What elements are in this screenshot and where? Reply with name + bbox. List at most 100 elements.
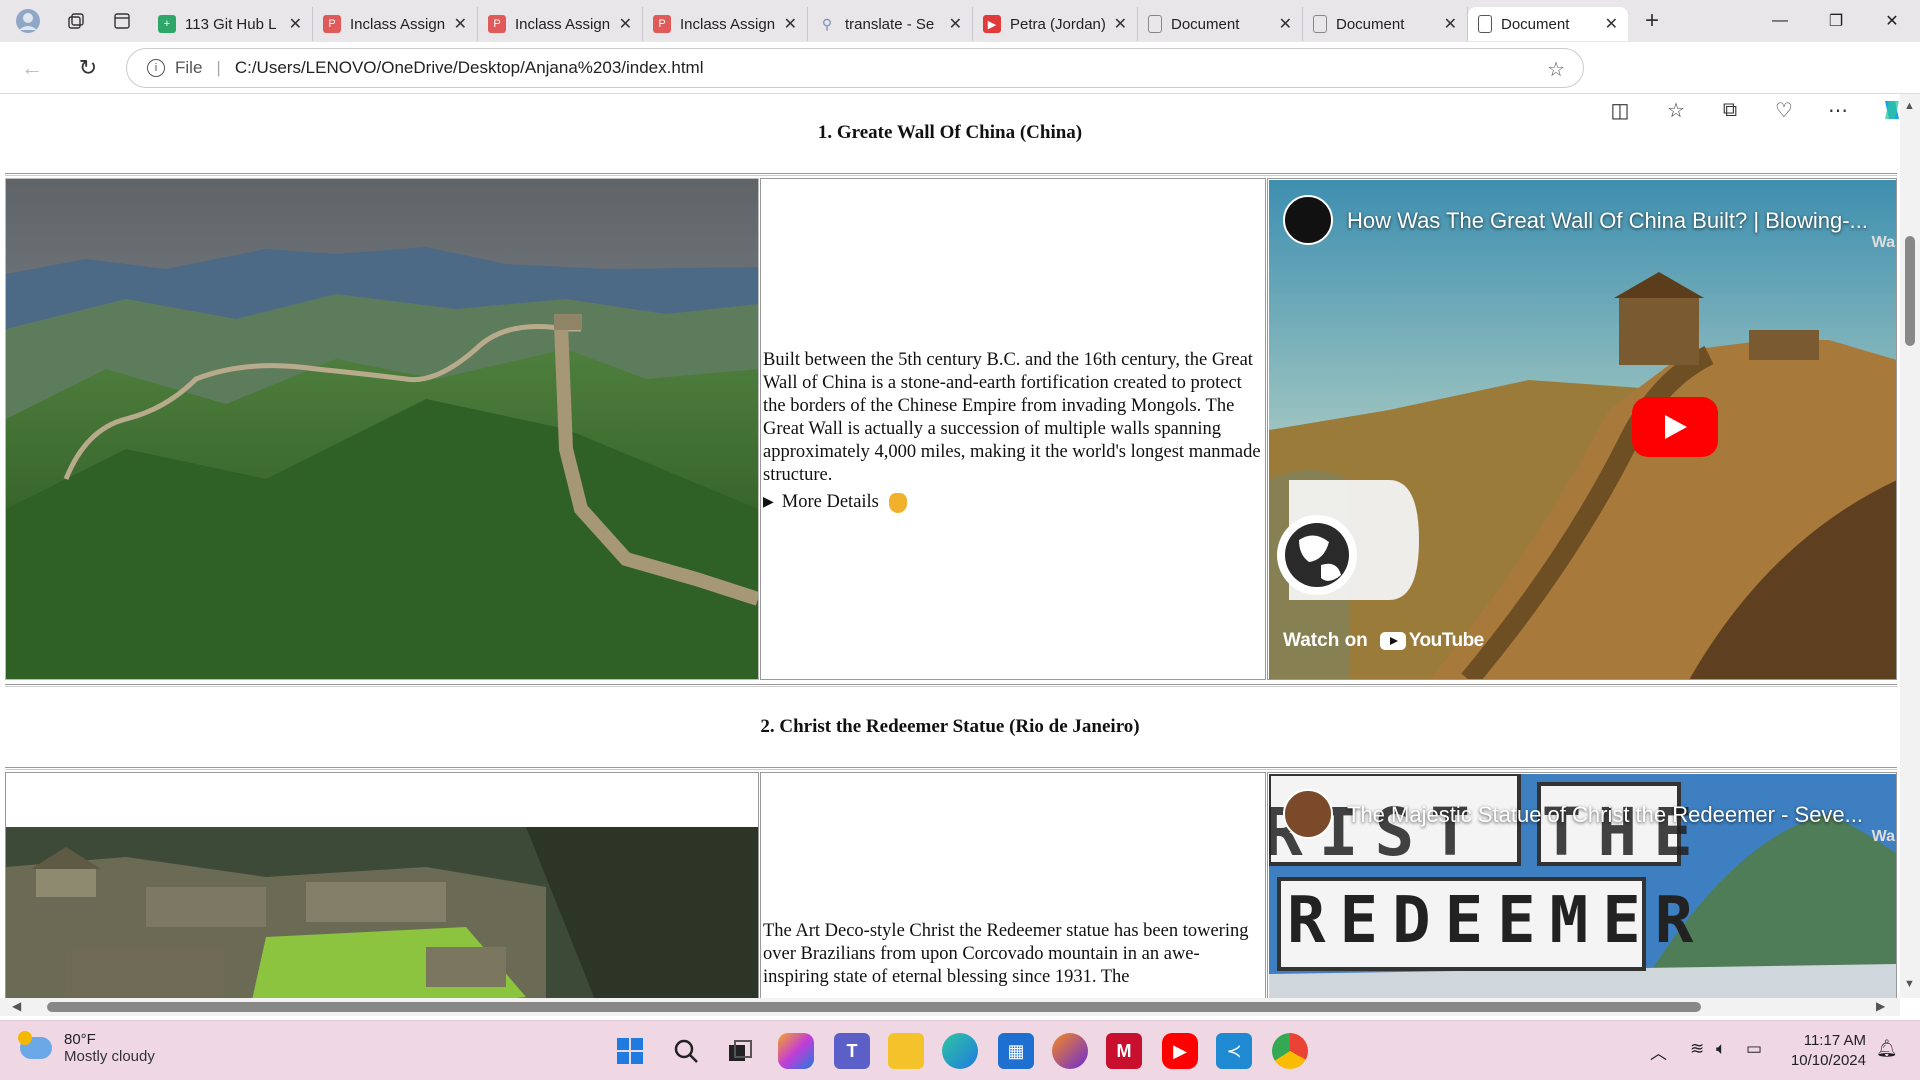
youtube-icon: ▶: [983, 15, 1001, 33]
christ-redeemer-video-cell: RIST THE REDEEMER The Majestic Statue of…: [1267, 772, 1897, 998]
close-tab-icon[interactable]: ✕: [1279, 14, 1292, 34]
minimize-icon[interactable]: —: [1752, 0, 1808, 42]
close-tab-icon[interactable]: ✕: [454, 14, 467, 34]
back-arrow-icon[interactable]: ←: [0, 42, 64, 94]
taskbar: 80°F Mostly cloudy T ▦ M ▶ ≺ ︿ ≋ 🔈︎ ▭ 11…: [0, 1020, 1920, 1080]
windows-start-icon[interactable]: [612, 1033, 648, 1069]
url-text[interactable]: C:/Users/LENOVO/OneDrive/Desktop/Anjana%…: [235, 58, 704, 78]
browser-tab[interactable]: ▶ Petra (Jordan) ✕: [973, 7, 1138, 41]
scroll-right-arrow-icon[interactable]: ▶: [1876, 999, 1885, 1013]
weather-widget[interactable]: 80°F Mostly cloudy: [18, 1031, 155, 1065]
close-tab-icon[interactable]: ✕: [1114, 14, 1127, 34]
youtube-play-icon: [1379, 632, 1406, 650]
window-close-icon[interactable]: ✕: [1864, 0, 1920, 42]
tab-label: Inclass Assign: [350, 15, 446, 33]
restore-icon[interactable]: ❐: [1808, 0, 1864, 42]
horizontal-scrollbar[interactable]: ◀ ▶: [0, 998, 1900, 1016]
microsoft-store-icon[interactable]: ▦: [998, 1033, 1034, 1069]
close-tab-icon[interactable]: ✕: [784, 14, 797, 34]
watch-later-label[interactable]: Wa: [1872, 234, 1895, 252]
section-heading: 2. Christ the Redeemer Statue (Rio de Ja…: [760, 716, 1140, 737]
mcafee-icon[interactable]: M: [1106, 1033, 1142, 1069]
search-icon[interactable]: [668, 1033, 704, 1069]
pdf-icon: P: [323, 15, 341, 33]
vscode-icon[interactable]: ≺: [1216, 1033, 1252, 1069]
browser-tab[interactable]: ⚲ translate - Se ✕: [808, 7, 973, 41]
browser-tab-active[interactable]: Document ✕: [1468, 7, 1628, 41]
document-icon: [1148, 15, 1162, 33]
ruins-image-cell: [5, 772, 759, 998]
scrollbar-thumb[interactable]: [47, 1002, 1701, 1012]
weather-temperature: 80°F: [64, 1031, 96, 1048]
browser-tab[interactable]: + 113 Git Hub L ✕: [148, 7, 313, 41]
browser-tab[interactable]: Document ✕: [1138, 7, 1303, 41]
youtube-embed[interactable]: RIST THE REDEEMER The Majestic Statue of…: [1269, 774, 1896, 998]
scroll-left-arrow-icon[interactable]: ◀: [12, 999, 21, 1013]
favorite-star-icon[interactable]: ☆: [1547, 57, 1565, 82]
chrome-icon[interactable]: [1272, 1033, 1308, 1069]
close-tab-icon[interactable]: ✕: [289, 14, 302, 34]
video-title[interactable]: How Was The Great Wall Of China Built? |…: [1347, 208, 1868, 234]
divider: [5, 767, 1897, 770]
channel-avatar[interactable]: [1283, 195, 1333, 245]
firefox-icon[interactable]: [1052, 1033, 1088, 1069]
youtube-embed[interactable]: How Was The Great Wall Of China Built? |…: [1269, 180, 1896, 679]
great-wall-photo: [6, 179, 758, 679]
wifi-icon[interactable]: ≋: [1690, 1039, 1704, 1059]
edge-icon[interactable]: [942, 1033, 978, 1069]
refresh-icon[interactable]: ↻: [64, 42, 112, 94]
new-tab-icon[interactable]: +: [1628, 0, 1676, 42]
document-icon: [1313, 15, 1327, 33]
close-tab-icon[interactable]: ✕: [1444, 14, 1457, 34]
scrollbar-thumb[interactable]: [1905, 236, 1915, 346]
video-thumbnail: [1269, 180, 1896, 679]
cloudy-weather-icon: [18, 1031, 52, 1059]
scroll-up-arrow-icon[interactable]: ▲: [1904, 100, 1915, 112]
browser-tab[interactable]: P Inclass Assign ✕: [478, 7, 643, 41]
channel-avatar[interactable]: [1283, 789, 1333, 839]
youtube-icon[interactable]: ▶: [1162, 1033, 1198, 1069]
close-tab-icon[interactable]: ✕: [1605, 14, 1618, 34]
tab-label: Inclass Assign: [680, 15, 776, 33]
task-view-icon[interactable]: [722, 1033, 758, 1069]
watch-on-youtube-link[interactable]: Watch on YouTube: [1283, 630, 1484, 652]
play-button[interactable]: [1632, 397, 1718, 457]
notification-bell-icon[interactable]: 🔔︎: [1876, 1039, 1898, 1059]
volume-icon[interactable]: 🔈︎: [1716, 1039, 1726, 1059]
weather-condition: Mostly cloudy: [64, 1048, 155, 1065]
close-tab-icon[interactable]: ✕: [949, 14, 962, 34]
clock-date: 10/10/2024: [1790, 1052, 1866, 1069]
workspaces-icon[interactable]: [56, 0, 96, 42]
show-hidden-icons-chevron-icon[interactable]: ︿: [1650, 1039, 1667, 1064]
thumbnail-text-line-2: REDEEMER: [1287, 884, 1708, 958]
search-icon: ⚲: [821, 15, 833, 32]
profile-icon[interactable]: [0, 0, 56, 42]
tab-label: Document: [1336, 15, 1405, 33]
tab-label: Document: [1501, 15, 1570, 33]
document-icon: [1478, 15, 1492, 33]
system-clock[interactable]: 11:17 AM 10/10/2024: [1782, 1031, 1866, 1071]
video-title[interactable]: The Majestic Statue of Christ the Redeem…: [1347, 802, 1863, 828]
browser-tab[interactable]: P Inclass Assign ✕: [643, 7, 808, 41]
pointing-down-hand-icon: [888, 492, 907, 513]
copilot-taskbar-icon[interactable]: [778, 1033, 814, 1069]
info-icon[interactable]: i: [147, 59, 165, 77]
close-tab-icon[interactable]: ✕: [619, 14, 632, 34]
browser-tab[interactable]: P Inclass Assign ✕: [313, 7, 478, 41]
file-explorer-icon[interactable]: [888, 1033, 924, 1069]
divider: [5, 684, 1897, 687]
watch-later-label[interactable]: Wa: [1872, 828, 1895, 846]
address-toolbar: ← ↻ i File | C:/Users/LENOVO/OneDrive/De…: [0, 42, 1920, 122]
battery-icon[interactable]: ▭: [1746, 1039, 1762, 1059]
scroll-down-arrow-icon[interactable]: ▼: [1904, 978, 1915, 990]
great-wall-description: Built between the 5th century B.C. and t…: [763, 350, 1261, 485]
more-details-label: More Details: [781, 492, 879, 512]
sheet-icon: +: [158, 15, 176, 33]
teams-icon[interactable]: T: [834, 1033, 870, 1069]
browser-tab[interactable]: Document ✕: [1303, 7, 1468, 41]
more-details-toggle[interactable]: ▶ More Details: [763, 492, 907, 513]
address-bar[interactable]: i File | C:/Users/LENOVO/OneDrive/Deskto…: [126, 48, 1584, 88]
tab-label: Inclass Assign: [515, 15, 611, 33]
tab-actions-icon[interactable]: [96, 0, 148, 42]
vertical-scrollbar[interactable]: ▲ ▼: [1900, 94, 1920, 998]
